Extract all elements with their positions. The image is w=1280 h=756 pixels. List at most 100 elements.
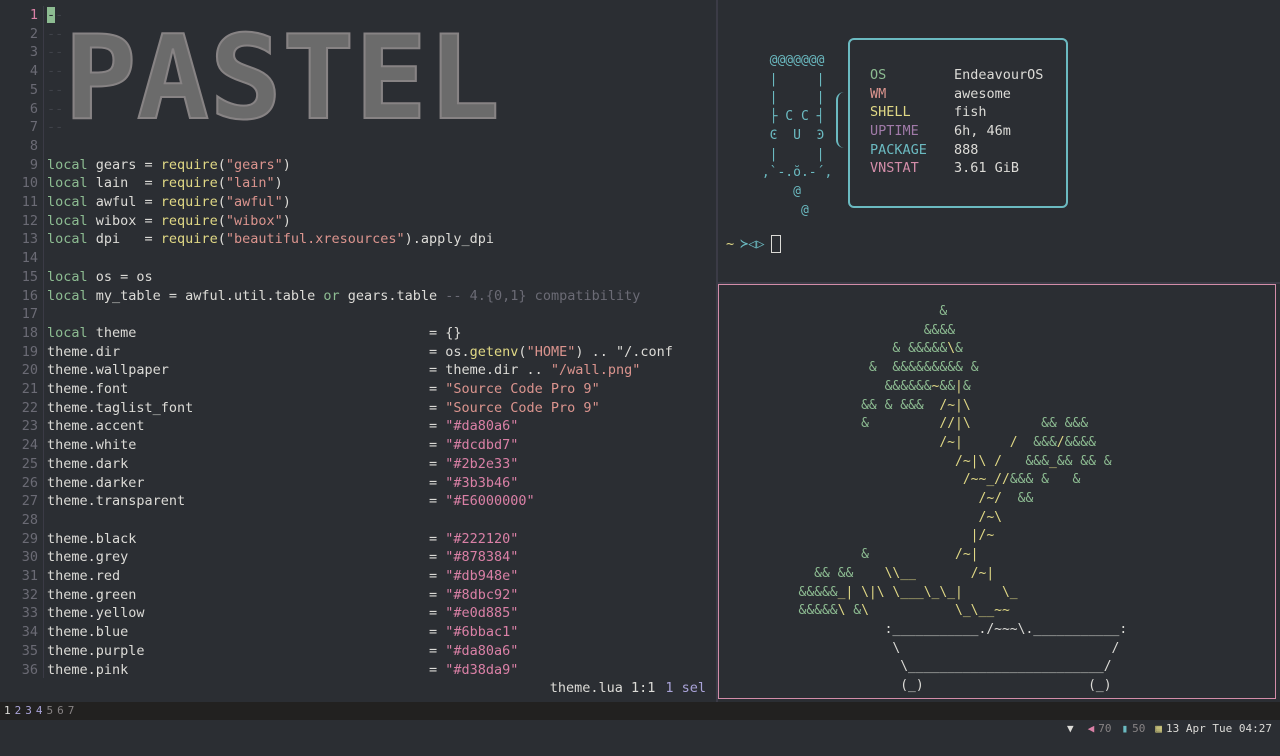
- bonsai-line: /~|\ / &&&_&& && &: [775, 453, 1112, 469]
- line-text: theme.wallpaper = theme.dir .. "/wall.pn…: [47, 362, 641, 379]
- info-box-connector: [836, 92, 846, 148]
- info-value: 3.61 GiB: [954, 160, 1020, 177]
- bonsai-line: & //|\ && &&&: [861, 416, 1089, 432]
- line-text: theme.transparent = "#E6000000": [47, 493, 535, 510]
- bonsai-line: &&&&&\ &\ \_\__~~: [798, 603, 1010, 619]
- clock-widget[interactable]: ▦ 13 Apr Tue 04:27: [1155, 720, 1272, 738]
- bonsai-line: /~\: [775, 509, 1002, 525]
- line-number: 7: [29, 119, 38, 136]
- line-text: theme.pink = "#d38da9": [47, 661, 519, 678]
- wifi-widget[interactable]: ▼: [1067, 720, 1078, 738]
- tag-3[interactable]: 3: [25, 702, 32, 720]
- bonsai-terminal-pane[interactable]: & &&&& & &&&&&\& & &&&&&&&&& & &&&&&&~&&…: [718, 284, 1276, 699]
- line-number: 13: [21, 231, 38, 248]
- line-number: 35: [21, 642, 38, 659]
- info-key: SHELL: [870, 104, 911, 121]
- line-number: 10: [21, 175, 38, 192]
- line-text: --: [47, 44, 64, 61]
- info-row-uptime: UPTIME 6h, 46m: [870, 122, 1066, 141]
- info-value: 6h, 46m: [954, 123, 1011, 140]
- ascii-line: | |: [754, 90, 825, 106]
- calendar-icon: ▦: [1155, 722, 1163, 735]
- line-number: 18: [21, 324, 38, 341]
- bonsai-line: && && \\__ /~|: [814, 565, 995, 581]
- line-number: 33: [21, 605, 38, 622]
- ascii-line: Ͼ U Ͽ: [754, 127, 825, 143]
- line-text: theme.taglist_font = "Source Code Pro 9": [47, 399, 600, 416]
- prompt-dir: ~: [726, 236, 735, 252]
- fetch-terminal-pane[interactable]: @@@@@@@ | | | | ├ C C ┤ Ͼ U Ͽ | | ,`-.ŏ.…: [718, 0, 1280, 282]
- tag-6[interactable]: 6: [57, 702, 64, 720]
- bonsai-line: /~~_//&&& & &: [775, 472, 1081, 488]
- bonsai-line: |/~: [775, 528, 995, 544]
- wibar: 1234567 ▼ ◀ 70 ▮ 50 ▦ 13 Apr Tue 04:27: [0, 702, 1280, 735]
- line-number: 22: [21, 399, 38, 416]
- line-number: 19: [21, 343, 38, 360]
- line-text: theme.dir = os.getenv("HOME") .. "/.conf: [47, 343, 673, 360]
- ascii-line: | |: [754, 146, 825, 162]
- bonsai-line: \_________________________/: [775, 659, 1112, 675]
- line-text: theme.grey = "#878384": [47, 549, 519, 566]
- line-number: 11: [21, 194, 38, 210]
- line-text: local dpi = require("beautiful.xresource…: [47, 231, 495, 248]
- info-row-os: OS EndeavourOS: [870, 66, 1066, 85]
- bonsai-line: &: [939, 304, 948, 319]
- bonsai-line: &&&&&&~&&|&: [884, 378, 971, 394]
- volume-widget[interactable]: ◀ 70: [1088, 720, 1112, 738]
- tag-5[interactable]: 5: [47, 702, 54, 720]
- ascii-line: ,`-.ŏ.-´,: [754, 165, 833, 181]
- line-text: theme.darker = "#3b3b46": [47, 474, 519, 491]
- line-number: 12: [21, 212, 38, 229]
- line-number: 14: [21, 250, 38, 267]
- tag-2[interactable]: 2: [15, 702, 22, 720]
- line-text: local wibox = require("wibox"): [47, 212, 291, 229]
- info-key: UPTIME: [870, 123, 919, 140]
- info-row-wm: WM awesome: [870, 85, 1066, 104]
- info-key: OS: [870, 67, 887, 83]
- info-value: EndeavourOS: [954, 67, 1044, 83]
- editor-statusline: theme.lua 1:1 1 sel: [550, 680, 706, 696]
- system-info-box: OS EndeavourOS WM awesome SHELL fish UPTIME 6h,…: [848, 38, 1068, 208]
- line-number: 30: [21, 549, 38, 566]
- info-row-vnstat: VNSTAT 3.61 GiB: [870, 159, 1066, 178]
- tag-1[interactable]: 1: [4, 702, 11, 720]
- bonsai-line: \ /: [775, 640, 1120, 656]
- line-text: theme.green = "#8dbc92": [47, 586, 519, 603]
- line-text: theme.accent = "#da80a6": [47, 418, 519, 435]
- info-key: PACKAGE: [870, 141, 927, 158]
- info-value: fish: [954, 104, 987, 121]
- bonsai-line: & /~|: [861, 547, 979, 563]
- taglist[interactable]: 1234567: [4, 702, 78, 720]
- line-number: 23: [21, 418, 38, 435]
- info-row-package: PACKAGE 888: [870, 141, 1066, 160]
- line-number: 27: [21, 493, 38, 510]
- bonsai-line: && & &&& /~|\: [861, 397, 971, 413]
- shell-prompt[interactable]: ~ ≻◁▷: [726, 234, 781, 254]
- tag-7[interactable]: 7: [68, 702, 75, 720]
- line-text: theme.black = "#222120": [47, 530, 519, 547]
- line-text: local lain = require("lain"): [47, 175, 283, 192]
- line-number: 4: [29, 63, 38, 80]
- volume-value: 70: [1098, 722, 1112, 735]
- battery-widget[interactable]: ▮ 50: [1122, 720, 1146, 738]
- ascii-line: ├ C C ┤: [754, 109, 825, 125]
- bonsai-line: (_) (_): [775, 678, 1112, 694]
- editor-pane[interactable]: PASTEL 1 -- 2 -- 3 -- 4 -- 5 -- 6 -- 7 -- 8 9 local gear…: [0, 0, 716, 702]
- line-number: 29: [21, 530, 38, 547]
- tag-4[interactable]: 4: [36, 702, 43, 720]
- line-number: 34: [21, 624, 38, 641]
- terminal-cursor[interactable]: [770, 235, 781, 253]
- line-text: --: [47, 63, 64, 80]
- line-text: theme.blue = "#6bbac1": [47, 624, 519, 641]
- gutter-separator: [43, 6, 44, 678]
- status-file-position: theme.lua 1:1: [549, 680, 656, 696]
- battery-value: 50: [1132, 722, 1146, 735]
- line-text: local gears = require("gears"): [47, 156, 291, 173]
- bonsai-line: & &&&&&\&: [892, 341, 963, 357]
- line-number: 5: [29, 81, 38, 98]
- line-text: --: [47, 81, 64, 98]
- line-number: 16: [21, 287, 38, 304]
- battery-icon: ▮: [1121, 722, 1129, 735]
- info-row-shell: SHELL fish: [870, 103, 1066, 122]
- status-selection: 1 sel: [665, 680, 706, 696]
